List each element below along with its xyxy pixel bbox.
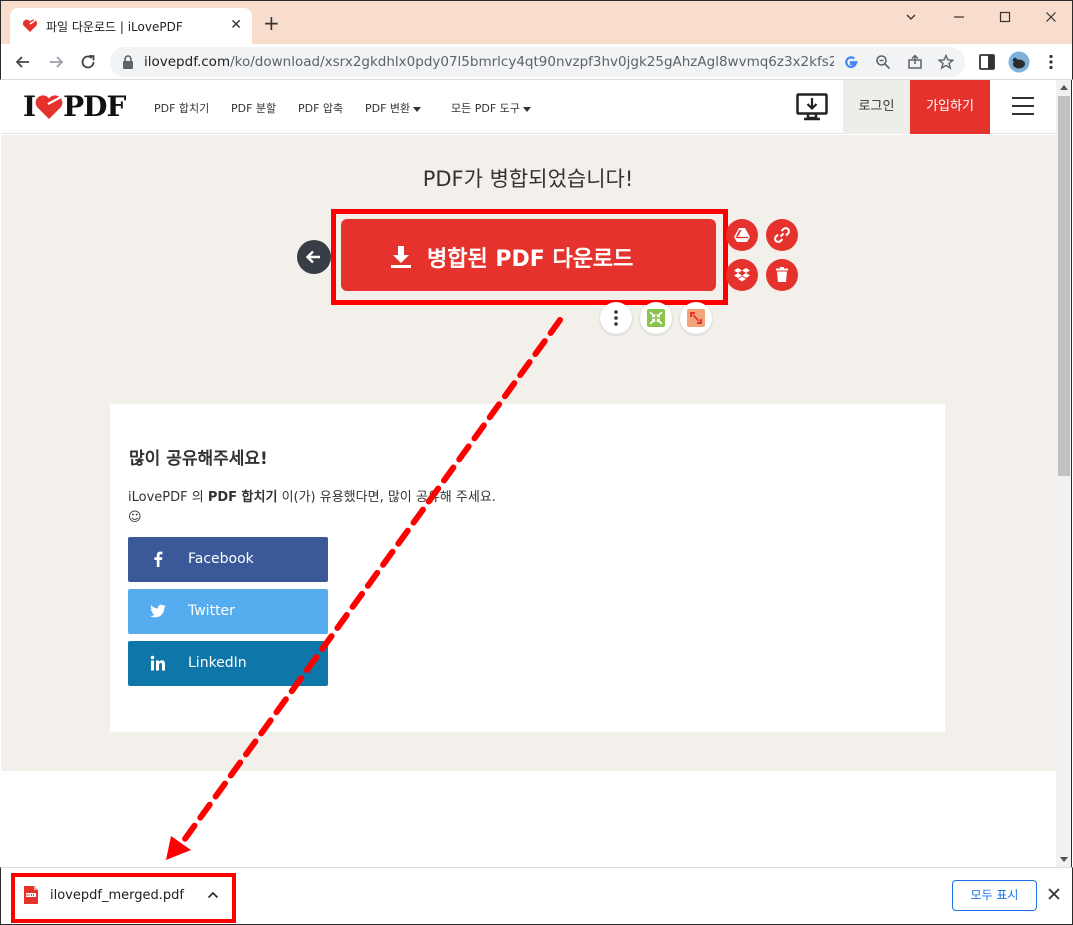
twitter-icon bbox=[150, 604, 166, 618]
dropbox-button[interactable] bbox=[726, 259, 758, 291]
download-icon bbox=[391, 246, 411, 268]
download-merged-pdf-button[interactable]: 병합된 PDF 다운로드 bbox=[341, 219, 716, 291]
share-text: iLovePDF 의 PDF 합치기 이(가) 유용했다면, 많이 공유해 주세… bbox=[128, 488, 510, 528]
google-icon[interactable] bbox=[843, 54, 859, 70]
back-arrow-icon[interactable] bbox=[13, 52, 33, 72]
logo-i: I bbox=[23, 90, 36, 123]
maximize-icon[interactable] bbox=[985, 5, 1025, 29]
minimize-icon[interactable] bbox=[939, 5, 979, 29]
caret-down-icon bbox=[413, 106, 422, 112]
scroll-down-arrow-icon[interactable] bbox=[1060, 857, 1068, 862]
close-icon[interactable] bbox=[1031, 5, 1071, 29]
nav-all-tools-label: 모든 PDF 도구 bbox=[451, 102, 520, 115]
arrow-left-icon bbox=[305, 250, 320, 264]
download-shelf: ilovepdf_merged.pdf 모두 표시 bbox=[0, 867, 1073, 925]
download-label: 병합된 PDF 다운로드 bbox=[427, 247, 634, 272]
linkedin-icon bbox=[150, 655, 165, 671]
more-options-button[interactable] bbox=[600, 302, 632, 334]
zoom-icon[interactable] bbox=[875, 54, 891, 70]
tab-title: 파일 다운로드 | iLovePDF bbox=[46, 20, 183, 34]
back-button[interactable] bbox=[297, 240, 331, 274]
google-drive-icon bbox=[734, 228, 750, 242]
signup-button[interactable]: 가입하기 bbox=[910, 80, 990, 134]
facebook-label: Facebook bbox=[188, 551, 254, 567]
more-vertical-icon[interactable] bbox=[1042, 53, 1060, 71]
more-vertical-icon bbox=[614, 310, 618, 326]
nav-merge-pdf[interactable]: PDF 합치기 bbox=[154, 100, 209, 116]
share-card: 많이 공유해주세요! iLovePDF 의 PDF 합치기 이(가) 유용했다면… bbox=[110, 404, 945, 732]
page-scrollbar[interactable] bbox=[1056, 80, 1072, 867]
facebook-share-button[interactable]: Facebook bbox=[128, 537, 328, 582]
url-host: ilovepdf.com bbox=[144, 54, 231, 70]
hamburger-menu-icon[interactable] bbox=[1012, 97, 1034, 115]
login-button[interactable]: 로그인 bbox=[843, 80, 910, 134]
linkedin-label: LinkedIn bbox=[188, 655, 247, 671]
scroll-thumb[interactable] bbox=[1058, 96, 1070, 476]
new-tab-button[interactable]: + bbox=[263, 13, 280, 33]
side-panel-icon[interactable] bbox=[978, 53, 996, 71]
share-text-prefix: iLovePDF 의 bbox=[128, 490, 208, 505]
ilovepdf-logo[interactable]: I PDF bbox=[23, 90, 126, 123]
caret-down-icon bbox=[522, 106, 531, 112]
forward-arrow-icon[interactable] bbox=[46, 52, 66, 72]
ilovepdf-favicon-icon bbox=[22, 19, 38, 32]
share-text-tool: PDF 합치기 bbox=[207, 490, 278, 505]
nav-all-tools[interactable]: 모든 PDF 도구 bbox=[451, 100, 531, 116]
browser-tab[interactable]: 파일 다운로드 | iLovePDF ✕ bbox=[10, 8, 252, 45]
close-shelf-icon[interactable] bbox=[1046, 886, 1062, 902]
scroll-up-arrow-icon[interactable] bbox=[1060, 85, 1068, 90]
address-bar[interactable]: ilovepdf.com/ko/download/xsrx2gkdhlx0pdy… bbox=[110, 47, 965, 77]
browser-toolbar: ilovepdf.com/ko/download/xsrx2gkdhlx0pdy… bbox=[0, 44, 1073, 80]
link-icon bbox=[774, 227, 790, 243]
url-text: ilovepdf.com/ko/download/xsrx2gkdhlx0pdy… bbox=[144, 54, 834, 70]
twitter-share-button[interactable]: Twitter bbox=[128, 589, 328, 634]
nav-convert-pdf[interactable]: PDF 변환 bbox=[365, 100, 422, 116]
twitter-label: Twitter bbox=[188, 603, 235, 619]
nav-compress-pdf[interactable]: PDF 압축 bbox=[298, 100, 343, 116]
logo-pdf: PDF bbox=[63, 90, 126, 123]
share-title: 많이 공유해주세요! bbox=[129, 449, 268, 469]
lower-area bbox=[1, 771, 1056, 867]
page-title: PDF가 병합되었습니다! bbox=[422, 167, 634, 191]
nav-convert-label: PDF 변환 bbox=[365, 102, 411, 115]
facebook-icon bbox=[154, 551, 163, 567]
compress-pdf-button[interactable] bbox=[640, 302, 672, 334]
show-all-downloads-button[interactable]: 모두 표시 bbox=[952, 880, 1037, 911]
url-path: /ko/download/xsrx2gkdhlx0pdy07l5bmrlcy4q… bbox=[230, 54, 834, 70]
delete-button[interactable] bbox=[766, 259, 798, 291]
profile-avatar-icon[interactable] bbox=[1008, 51, 1030, 73]
google-drive-button[interactable] bbox=[726, 219, 758, 251]
share-icon[interactable] bbox=[907, 54, 923, 70]
split-icon bbox=[687, 309, 705, 327]
browser-titlebar: 파일 다운로드 | iLovePDF ✕ + bbox=[0, 0, 1073, 45]
split-pdf-button[interactable] bbox=[680, 302, 712, 334]
pdf-file-icon bbox=[24, 886, 38, 904]
desktop-download-icon[interactable] bbox=[796, 93, 828, 121]
heart-logo-icon bbox=[35, 95, 63, 119]
chevron-up-icon[interactable] bbox=[207, 890, 219, 900]
reload-icon[interactable] bbox=[78, 52, 98, 72]
linkedin-share-button[interactable]: LinkedIn bbox=[128, 641, 328, 686]
dropbox-icon bbox=[734, 268, 750, 282]
site-header: I PDF PDF 합치기 PDF 분할 PDF 압축 PDF 변환 모든 PDF… bbox=[1, 80, 1056, 134]
copy-link-button[interactable] bbox=[766, 219, 798, 251]
compress-icon bbox=[647, 309, 665, 327]
nav-split-pdf[interactable]: PDF 분할 bbox=[231, 100, 276, 116]
bookmark-star-icon[interactable] bbox=[938, 54, 954, 70]
lock-icon bbox=[123, 55, 133, 69]
trash-icon bbox=[776, 267, 788, 282]
downloaded-file-name[interactable]: ilovepdf_merged.pdf bbox=[50, 888, 184, 903]
tab-search-icon[interactable] bbox=[891, 5, 931, 29]
tab-close-icon[interactable]: ✕ bbox=[230, 17, 242, 33]
